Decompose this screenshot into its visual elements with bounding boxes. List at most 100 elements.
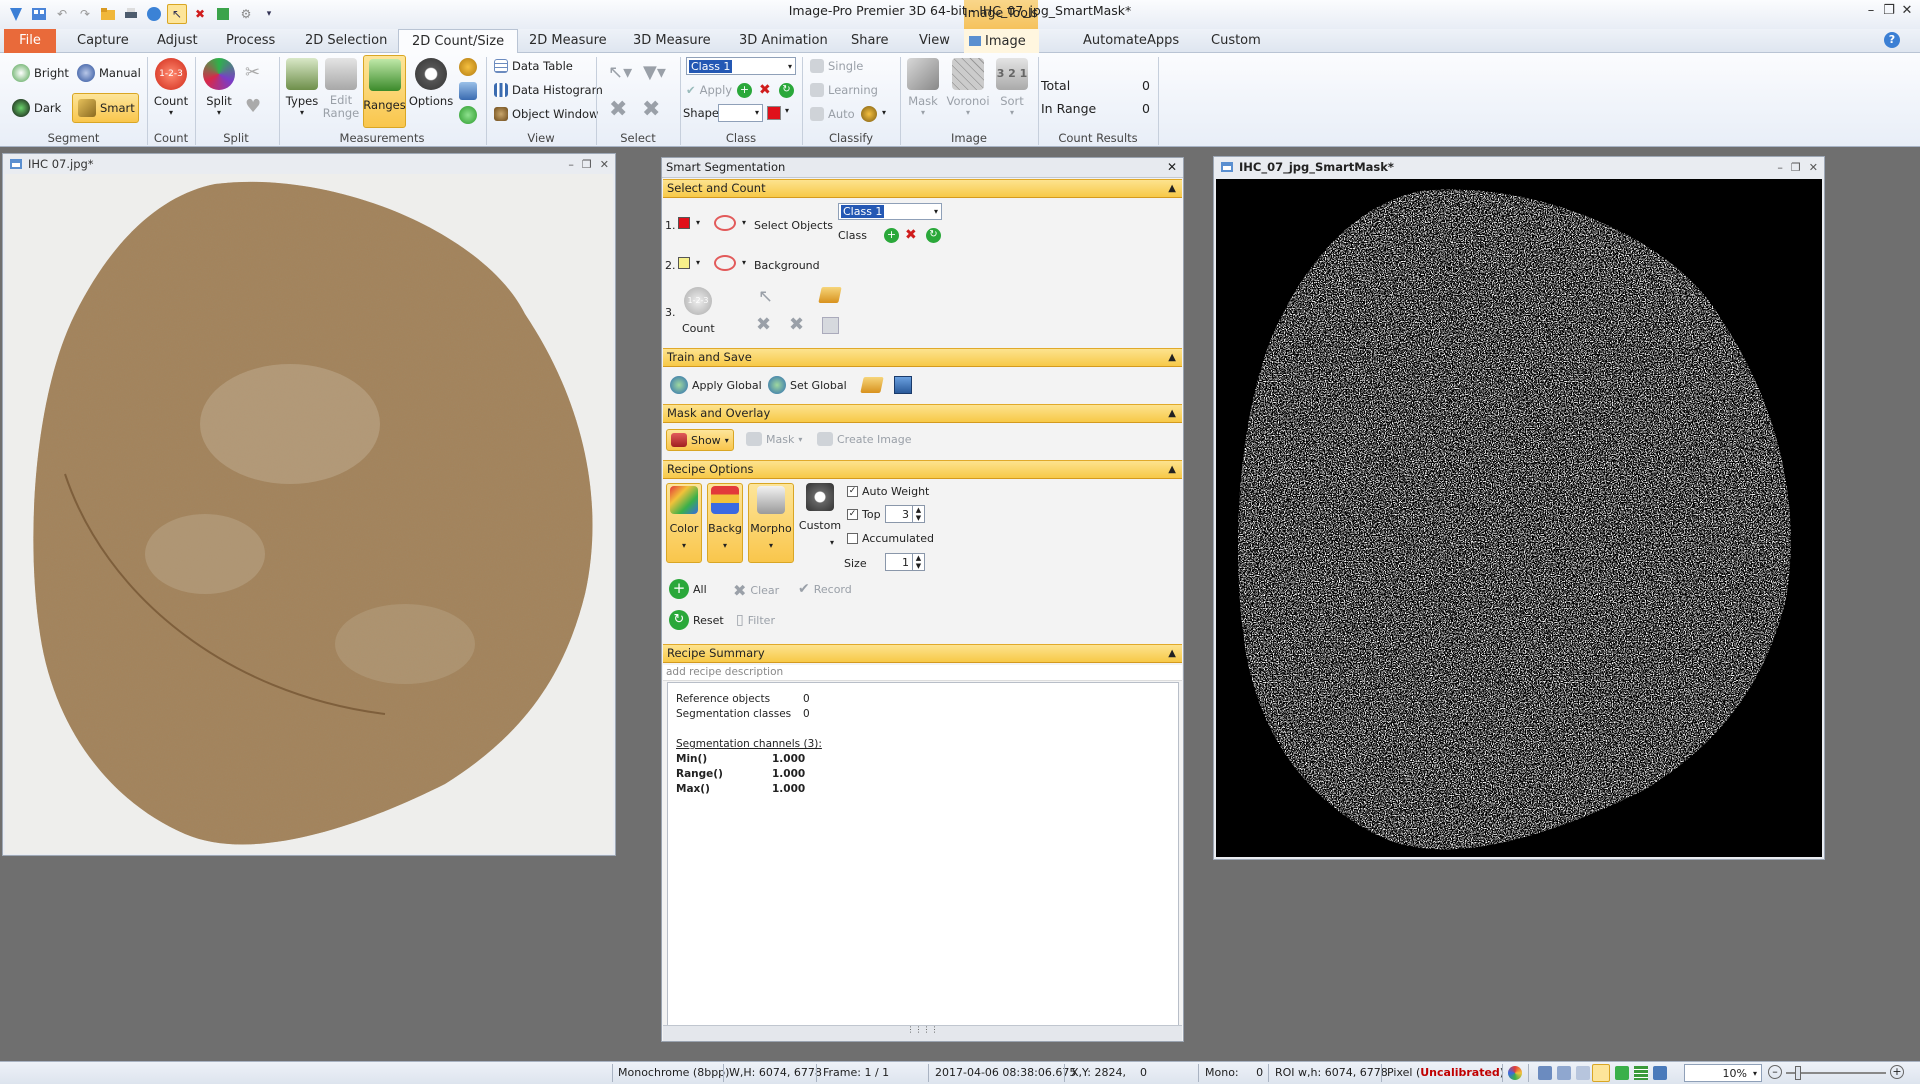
tool-dropdown-icon[interactable]: ▾ <box>742 218 746 227</box>
ranges-button[interactable]: Ranges <box>363 55 406 128</box>
object-window-button[interactable]: Object Window <box>494 107 598 121</box>
sort-button[interactable]: 3 2 1 Sort ▾ <box>994 58 1030 117</box>
panel-resize-grip[interactable]: ⋮⋮⋮⋮ <box>663 1025 1182 1041</box>
select-filter-icon[interactable]: ▼▾ <box>643 62 666 83</box>
single-button[interactable]: Single <box>810 59 863 73</box>
printer-icon[interactable] <box>121 4 141 24</box>
undo-icon[interactable]: ↶ <box>52 4 72 24</box>
ellipse-tool-icon[interactable] <box>714 215 736 231</box>
measure-settings-icon[interactable] <box>459 58 477 76</box>
apply-global-button[interactable]: Apply Global <box>670 376 762 394</box>
status-overlay-icon[interactable] <box>1615 1066 1629 1080</box>
auto-button[interactable]: Auto <box>810 107 855 121</box>
status-layers-icon[interactable] <box>1576 1066 1590 1080</box>
export-icon[interactable] <box>213 4 233 24</box>
zoom-in-icon[interactable]: + <box>1890 1065 1904 1079</box>
voronoi-button[interactable]: Voronoi ▾ <box>946 58 990 117</box>
panel-class-select[interactable]: Class 1 ▾ <box>838 203 942 220</box>
window-minimize-icon[interactable]: – <box>568 158 574 171</box>
tab-process[interactable]: Process <box>213 29 288 53</box>
minimize-icon[interactable]: – <box>1862 3 1880 21</box>
data-histogram-button[interactable]: Data Histogram <box>494 83 603 97</box>
create-image-button[interactable]: Create Image <box>817 432 912 446</box>
zoom-select[interactable]: 10% ▾ <box>1684 1064 1762 1082</box>
dark-button[interactable]: Dark <box>12 99 61 117</box>
bg-swatch-dropdown-icon[interactable]: ▾ <box>696 258 700 267</box>
scissors-icon[interactable]: ✂ <box>245 62 269 84</box>
top-checkbox[interactable]: ✓ Top <box>847 508 881 521</box>
mask-image-canvas[interactable] <box>1216 179 1822 857</box>
select-cursor-icon[interactable]: ↖ <box>167 4 187 24</box>
merge-icon[interactable]: ♥ <box>245 96 269 118</box>
data-table-button[interactable]: Data Table <box>494 59 573 73</box>
bg-ellipse-tool-icon[interactable] <box>714 255 736 271</box>
window-restore-icon[interactable]: ❐ <box>582 158 592 171</box>
apply-class-button[interactable]: ✔ Apply <box>686 83 732 97</box>
record-button[interactable]: ✔ Record <box>798 581 852 597</box>
tab-file[interactable]: File <box>4 29 56 53</box>
zoom-slider[interactable] <box>1786 1072 1886 1074</box>
add-class-icon[interactable]: + <box>737 83 752 98</box>
count-badge-icon[interactable]: 1-2-3 <box>684 287 712 315</box>
types-button[interactable]: Types ▾ <box>284 58 320 117</box>
panel-save-disabled-icon[interactable] <box>822 317 839 334</box>
accumulated-checkbox[interactable]: Accumulated <box>847 532 934 545</box>
maximize-icon[interactable]: ❐ <box>1880 3 1898 21</box>
tab-3d-animation[interactable]: 3D Animation <box>726 29 841 53</box>
panel-add-class-icon[interactable]: + <box>884 228 899 243</box>
source-image-window[interactable]: IHC 07.jpg* – ❐ ✕ <box>2 153 616 856</box>
mask-overlay-button[interactable]: Mask ▾ <box>746 432 802 446</box>
mask-image-window[interactable]: IHC_07_jpg_SmartMask* – ❐ ✕ <box>1213 156 1825 860</box>
tab-2d-measure[interactable]: 2D Measure <box>516 29 620 53</box>
panel-close-icon[interactable]: ✕ <box>1167 160 1177 174</box>
edit-range-button[interactable]: Edit Range <box>323 58 359 120</box>
tab-3d-measure[interactable]: 3D Measure <box>620 29 724 53</box>
select-delete-all-icon[interactable]: ✖ <box>642 97 660 122</box>
top-spinner[interactable]: 3 ▲ ▼ <box>885 505 925 523</box>
tab-view[interactable]: View <box>906 29 963 53</box>
status-grid-icon[interactable] <box>1557 1066 1571 1080</box>
select-pointer-icon[interactable]: ↖▾ <box>608 62 632 83</box>
tab-capture[interactable]: Capture <box>64 29 142 53</box>
layout-icon[interactable] <box>29 4 49 24</box>
zoom-slider-thumb[interactable] <box>1795 1066 1801 1080</box>
panel-pointer-icon[interactable]: ↖ <box>758 286 773 307</box>
bg-tool-dropdown-icon[interactable]: ▾ <box>742 258 746 267</box>
color-option-button[interactable]: Color ▾ <box>666 483 702 563</box>
mask-window-minimize-icon[interactable]: – <box>1777 161 1783 174</box>
app-logo-icon[interactable] <box>6 4 26 24</box>
panel-open-folder-icon[interactable] <box>818 287 842 303</box>
tab-custom[interactable]: Custom <box>1198 29 1274 53</box>
save-recipe-icon[interactable] <box>894 376 912 394</box>
tab-2d-selection[interactable]: 2D Selection <box>292 29 400 53</box>
morpho-option-button[interactable]: Morpho ▾ <box>748 483 794 563</box>
close-icon[interactable]: ✕ <box>1898 3 1916 21</box>
manual-button[interactable]: Manual <box>77 64 141 82</box>
status-table-icon[interactable] <box>1634 1066 1648 1080</box>
select-and-count-header[interactable]: Select and Count ▲ <box>663 179 1182 198</box>
classify-dropdown-icon[interactable]: ▾ <box>882 108 886 117</box>
size-spinner[interactable]: 1 ▲ ▼ <box>885 553 925 571</box>
learning-button[interactable]: Learning <box>810 83 878 97</box>
train-and-save-header[interactable]: Train and Save ▲ <box>663 348 1182 367</box>
zoom-out-icon[interactable]: – <box>1768 1065 1782 1079</box>
settings-icon[interactable]: ⚙ <box>236 4 256 24</box>
custom-option-button[interactable]: Custom ▾ <box>798 483 842 547</box>
window-close-icon[interactable]: ✕ <box>600 158 609 171</box>
background-color-swatch[interactable] <box>678 257 690 269</box>
set-global-button[interactable]: Set Global <box>768 376 847 394</box>
delete-icon[interactable]: ✖ <box>190 4 210 24</box>
tab-adjust[interactable]: Adjust <box>144 29 211 53</box>
tab-apps[interactable]: Apps <box>1134 29 1192 53</box>
filter-button[interactable]: ▯ Filter <box>736 612 775 628</box>
background-option-button[interactable]: Backg ▾ <box>707 483 743 563</box>
auto-weight-checkbox[interactable]: ✓ Auto Weight <box>847 485 929 498</box>
help-icon[interactable]: ? <box>1884 32 1900 48</box>
remove-class-icon[interactable]: ✖ <box>759 82 771 98</box>
recipe-options-header[interactable]: Recipe Options ▲ <box>663 460 1182 479</box>
status-image-view-icon[interactable] <box>1592 1064 1610 1082</box>
show-button[interactable]: Show ▾ <box>666 429 734 451</box>
color-wheel-icon[interactable] <box>1508 1066 1522 1080</box>
panel-delete-all-icon[interactable]: ✖ <box>789 314 804 335</box>
bright-button[interactable]: Bright <box>12 64 69 82</box>
